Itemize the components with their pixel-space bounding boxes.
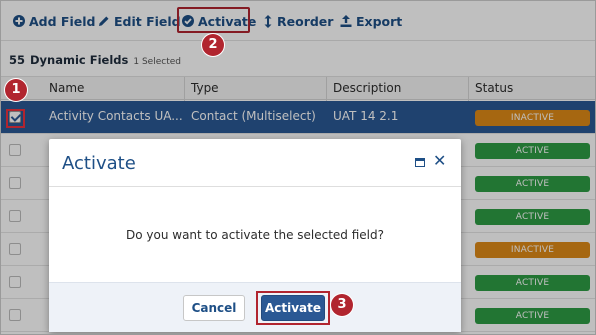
activate-dialog: Activate ✕ Do you want to activate the s…: [49, 139, 461, 332]
checkbox-highlight: [6, 109, 25, 128]
dialog-divider: [49, 186, 461, 187]
cancel-button[interactable]: Cancel: [183, 295, 245, 321]
step-marker-2: 2: [202, 34, 224, 56]
maximize-icon[interactable]: [415, 158, 425, 167]
step-marker-3: 3: [331, 294, 353, 316]
activate-confirm-button[interactable]: Activate: [261, 295, 325, 321]
app-window: Add Field Edit Field Activate Reorder Ex…: [0, 0, 596, 335]
dialog-message: Do you want to activate the selected fie…: [126, 228, 384, 242]
step-marker-1: 1: [5, 79, 27, 101]
dialog-title: Activate: [62, 153, 136, 174]
close-icon[interactable]: ✕: [433, 152, 446, 170]
dialog-footer: Cancel Activate: [49, 282, 461, 332]
